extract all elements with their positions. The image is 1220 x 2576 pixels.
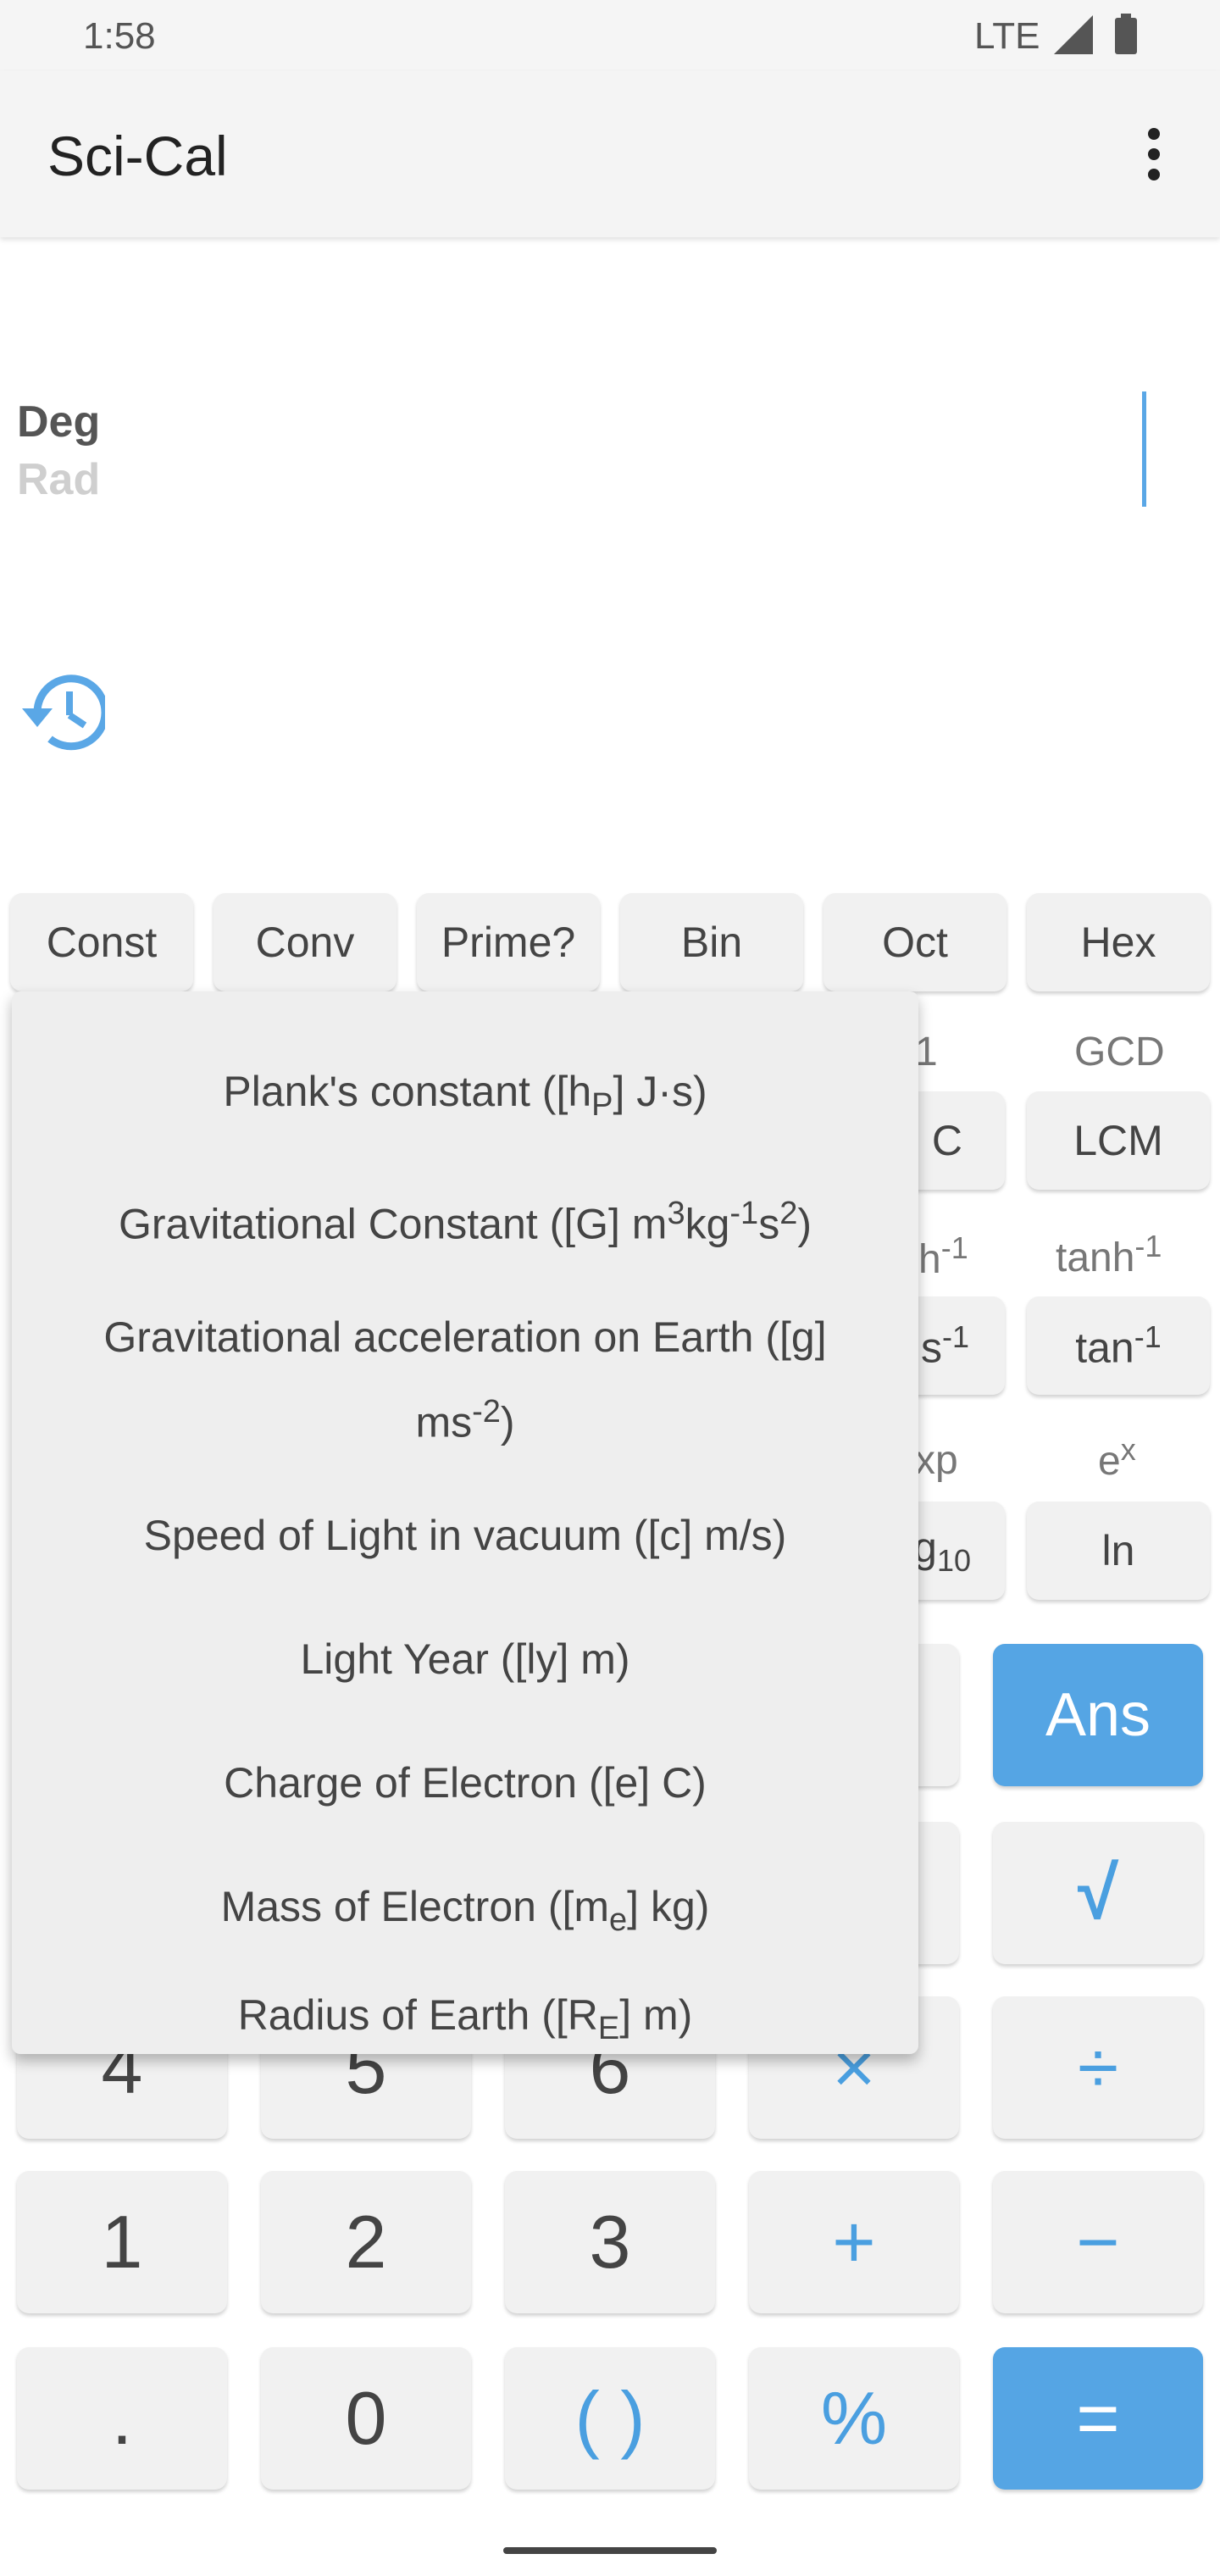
mode-rad[interactable]: Rad bbox=[17, 454, 100, 505]
menu-item-gravitational-constant[interactable]: Gravitational Constant ([G] m3kg-1s2) bbox=[12, 1174, 918, 1263]
gcd-label: GCD bbox=[1074, 1030, 1165, 1074]
app-bar: Sci-Cal bbox=[0, 71, 1220, 237]
planck-sub: P bbox=[591, 1087, 613, 1123]
battery-icon bbox=[1115, 14, 1137, 54]
menu-item-electron-charge[interactable]: Charge of Electron ([e] C) bbox=[12, 1744, 918, 1822]
electron-mass-sub: e bbox=[609, 1902, 628, 1938]
conv-button[interactable]: Conv bbox=[214, 893, 396, 991]
grav-const-post: ) bbox=[797, 1200, 812, 1248]
key-0[interactable]: 0 bbox=[261, 2347, 471, 2490]
decimal-button[interactable]: . bbox=[17, 2347, 227, 2490]
row3-partial-label: h-1 bbox=[918, 1230, 968, 1283]
arctan-button[interactable]: tan-1 bbox=[1027, 1296, 1210, 1395]
status-bar: 1:58 LTE bbox=[0, 0, 1220, 71]
mode-deg[interactable]: Deg bbox=[17, 397, 100, 447]
equals-button[interactable]: = bbox=[993, 2347, 1203, 2490]
bin-button[interactable]: Bin bbox=[620, 893, 803, 991]
grav-accel-line1: Gravitational acceleration on Earth ([g] bbox=[103, 1313, 827, 1361]
row4-partial-key-label: g10 bbox=[913, 1523, 971, 1579]
row4-partial-key-sub: 10 bbox=[936, 1543, 971, 1578]
grav-const-sup3: 2 bbox=[779, 1196, 798, 1231]
home-indicator[interactable] bbox=[503, 2547, 717, 2554]
const-button[interactable]: Const bbox=[10, 893, 193, 991]
overflow-menu-icon[interactable] bbox=[1137, 120, 1171, 188]
row2-partial-label: 1 bbox=[915, 1030, 938, 1074]
network-type: LTE bbox=[974, 15, 1040, 57]
parentheses-button[interactable]: ( ) bbox=[505, 2347, 715, 2490]
status-time: 1:58 bbox=[83, 15, 156, 57]
sqrt-button[interactable]: √ bbox=[993, 1822, 1203, 1964]
grav-const-sup2: -1 bbox=[729, 1196, 759, 1231]
tanh-inverse-sup: -1 bbox=[1134, 1229, 1162, 1263]
plus-button[interactable]: + bbox=[749, 2171, 959, 2313]
menu-item-light-year[interactable]: Light Year ([ly] m) bbox=[12, 1620, 918, 1698]
oct-button[interactable]: Oct bbox=[824, 893, 1006, 991]
constants-menu: Plank's constant ([hP] J·s) Gravitationa… bbox=[12, 991, 918, 2054]
grav-accel-line2: ms bbox=[415, 1398, 473, 1446]
signal-icon bbox=[1054, 15, 1093, 54]
tanh-inverse-base: tanh bbox=[1056, 1235, 1135, 1280]
grav-accel-post: ) bbox=[500, 1398, 515, 1446]
electron-mass-pre: Mass of Electron ([m bbox=[220, 1883, 610, 1930]
grav-accel-sup: -2 bbox=[472, 1394, 501, 1430]
planck-pre: Plank's constant ([h bbox=[223, 1068, 592, 1115]
grav-const-sup1: 3 bbox=[667, 1196, 685, 1231]
exp-base: e bbox=[1098, 1439, 1121, 1484]
ln-button[interactable]: ln bbox=[1027, 1502, 1210, 1600]
arctan-label: tan-1 bbox=[1075, 1319, 1162, 1373]
app-title: Sci-Cal bbox=[47, 125, 228, 187]
menu-item-speed-of-light[interactable]: Speed of Light in vacuum ([c] m/s) bbox=[12, 1496, 918, 1574]
key-1[interactable]: 1 bbox=[17, 2171, 227, 2313]
row4-partial-label: xp bbox=[915, 1438, 958, 1483]
arctan-sup: -1 bbox=[1134, 1319, 1162, 1354]
planck-post: ] J·s) bbox=[613, 1068, 707, 1115]
row3-partial-label-sup: -1 bbox=[940, 1230, 968, 1265]
grav-const-mid2: s bbox=[758, 1200, 780, 1248]
earth-radius-pre: Radius of Earth ([R bbox=[237, 1991, 598, 2039]
grav-const-text: Gravitational Constant ([G] m bbox=[118, 1200, 668, 1248]
row3-partial-key-sup: -1 bbox=[941, 1319, 969, 1354]
exp-sup: x bbox=[1120, 1432, 1136, 1467]
menu-item-planck[interactable]: Plank's constant ([hP] J·s) bbox=[12, 1052, 918, 1144]
key-2[interactable]: 2 bbox=[261, 2171, 471, 2313]
arctan-base: tan bbox=[1075, 1324, 1134, 1372]
row3-partial-label-base: h bbox=[918, 1237, 941, 1282]
menu-item-electron-mass[interactable]: Mass of Electron ([me] kg) bbox=[12, 1868, 918, 1959]
row3-partial-key-base: s bbox=[920, 1324, 942, 1372]
exp-label: ex bbox=[1098, 1432, 1136, 1485]
minus-button[interactable]: − bbox=[993, 2171, 1203, 2313]
menu-item-earth-radius[interactable]: Radius of Earth ([RE] m) bbox=[12, 1976, 918, 2068]
lcm-button[interactable]: LCM bbox=[1027, 1091, 1210, 1190]
key-3[interactable]: 3 bbox=[505, 2171, 715, 2313]
divide-button[interactable]: ÷ bbox=[993, 1996, 1203, 2139]
tanh-inverse-label: tanh-1 bbox=[1056, 1229, 1162, 1281]
grav-accel-line2-wrap: ms-2) bbox=[12, 1373, 918, 1462]
earth-radius-post: ] m) bbox=[619, 1991, 693, 2039]
input-cursor[interactable] bbox=[1142, 391, 1146, 507]
row3-partial-key-label: s-1 bbox=[921, 1319, 969, 1373]
menu-item-gravitational-acceleration[interactable]: Gravitational acceleration on Earth ([g]… bbox=[12, 1298, 918, 1462]
electron-mass-post: ] kg) bbox=[627, 1883, 710, 1930]
percent-button[interactable]: % bbox=[749, 2347, 959, 2490]
hex-button[interactable]: Hex bbox=[1027, 893, 1210, 991]
earth-radius-sub: E bbox=[597, 2011, 620, 2046]
grav-const-mid1: kg bbox=[685, 1200, 730, 1248]
prime-button[interactable]: Prime? bbox=[417, 893, 600, 991]
ans-button[interactable]: Ans bbox=[993, 1644, 1203, 1786]
row2-partial-key-label: C bbox=[931, 1117, 962, 1164]
history-icon[interactable] bbox=[12, 666, 105, 759]
